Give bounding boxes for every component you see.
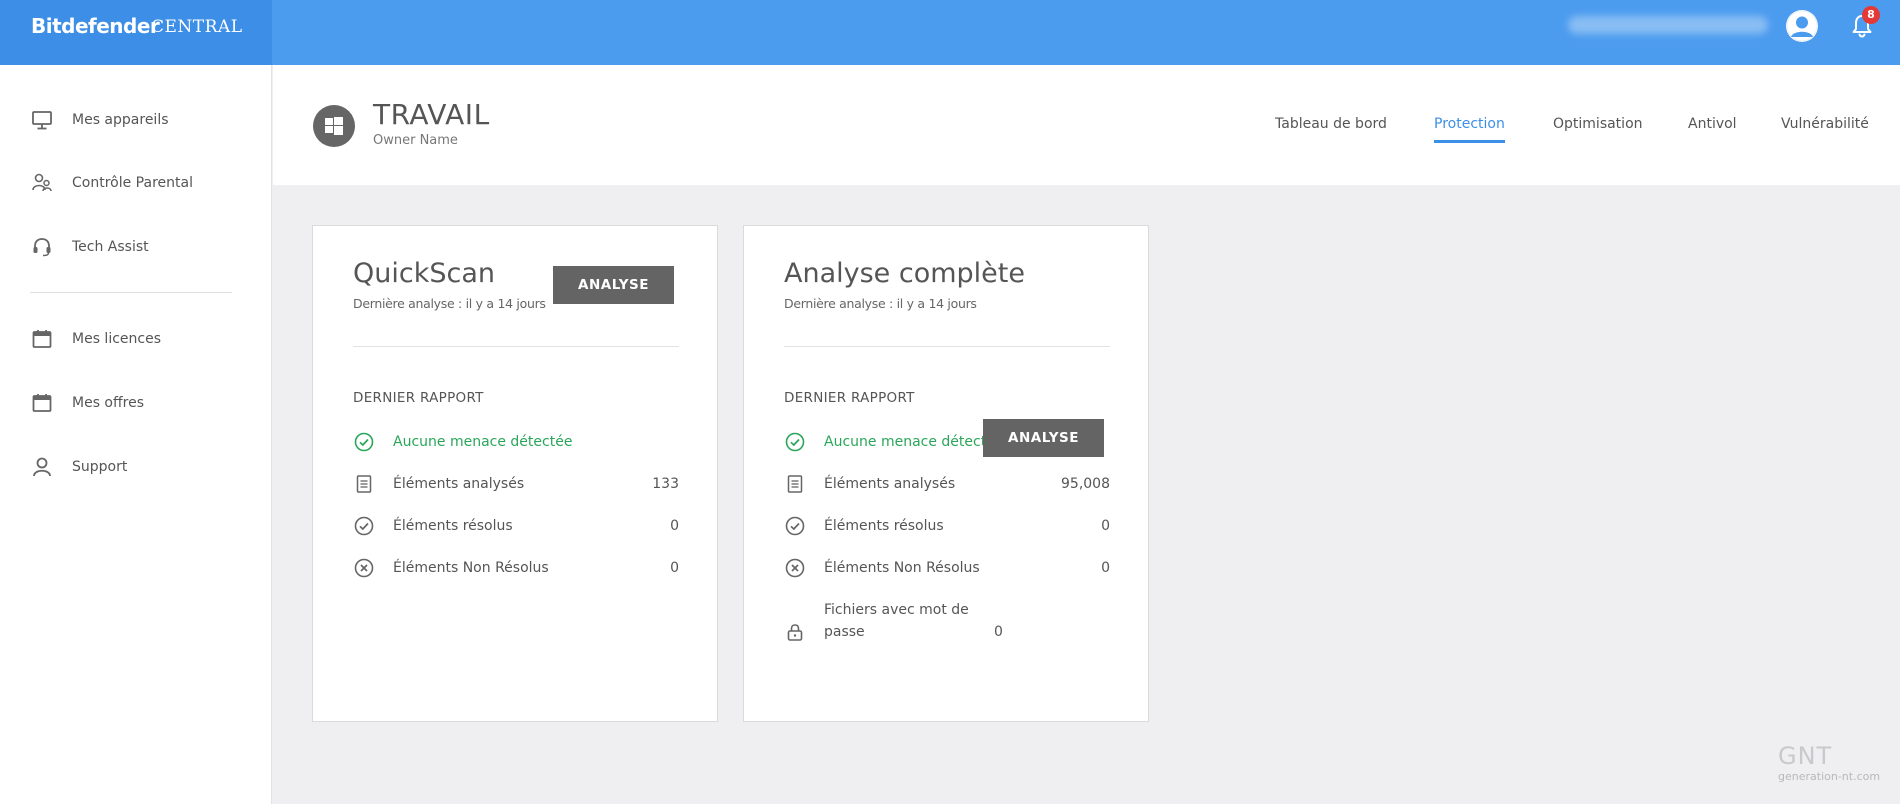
status-row: Aucune menace détectée bbox=[353, 431, 679, 453]
avatar[interactable] bbox=[1786, 10, 1818, 42]
row-value: 0 bbox=[1101, 560, 1110, 576]
sidebar-item-label: Support bbox=[72, 459, 128, 475]
sidebar-item-label: Mes appareils bbox=[72, 112, 169, 128]
parental-icon bbox=[30, 171, 54, 195]
device-header: TRAVAIL Owner Name Tableau de bord Prote… bbox=[273, 65, 1900, 185]
list-item: Éléments analysés 95,008 bbox=[784, 473, 1110, 495]
tab-vulnerability[interactable]: Vulnérabilité bbox=[1781, 116, 1869, 140]
row-value: 133 bbox=[652, 476, 679, 492]
user-avatar-icon bbox=[1786, 10, 1818, 42]
person-icon bbox=[30, 455, 54, 479]
row-value: 0 bbox=[670, 518, 679, 534]
document-icon bbox=[353, 473, 375, 495]
row-label: Éléments Non Résolus bbox=[824, 560, 980, 576]
tab-dashboard[interactable]: Tableau de bord bbox=[1275, 116, 1387, 140]
card-title: Analyse complète bbox=[784, 258, 1025, 289]
list-item: Éléments Non Résolus 0 bbox=[353, 557, 679, 579]
sidebar-item-tech-assist[interactable]: Tech Assist bbox=[30, 233, 250, 261]
brand-area[interactable]: Bitdefender CENTRAL bbox=[0, 0, 272, 65]
sidebar-item-label: Contrôle Parental bbox=[72, 175, 193, 191]
card-divider bbox=[353, 346, 679, 347]
sidebar-divider bbox=[30, 292, 232, 293]
calendar-icon bbox=[30, 327, 54, 351]
lock-icon bbox=[784, 621, 806, 643]
sidebar-item-support[interactable]: Support bbox=[30, 453, 250, 481]
last-scan-text: Dernière analyse : il y a 14 jours bbox=[353, 296, 546, 311]
row-value: 95,008 bbox=[1061, 476, 1110, 492]
status-text: Aucune menace détectée bbox=[393, 434, 573, 450]
notification-badge: 8 bbox=[1862, 6, 1880, 24]
card-divider bbox=[784, 346, 1110, 347]
full-scan-analyse-button[interactable]: ANALYSE bbox=[983, 419, 1104, 457]
document-icon bbox=[784, 473, 806, 495]
account-email-blurred[interactable] bbox=[1568, 16, 1768, 34]
brand-sub: CENTRAL bbox=[151, 17, 243, 37]
device-owner: Owner Name bbox=[373, 133, 458, 148]
row-label: Éléments Non Résolus bbox=[393, 560, 549, 576]
sidebar-item-parental[interactable]: Contrôle Parental bbox=[30, 169, 250, 197]
top-bar: Bitdefender CENTRAL 8 bbox=[0, 0, 1900, 65]
sidebar-item-offers[interactable]: Mes offres bbox=[30, 389, 250, 417]
row-label: Fichiers avec mot de passe bbox=[824, 602, 969, 640]
brand-name: Bitdefender bbox=[31, 14, 160, 38]
list-item: Éléments résolus 0 bbox=[784, 515, 1110, 537]
row-label: Éléments analysés bbox=[824, 476, 956, 492]
sidebar-item-label: Mes licences bbox=[72, 331, 162, 347]
calendar-icon bbox=[30, 391, 54, 415]
list-item: Éléments résolus 0 bbox=[353, 515, 679, 537]
sidebar-item-devices[interactable]: Mes appareils bbox=[30, 106, 250, 134]
tab-optimisation[interactable]: Optimisation bbox=[1553, 116, 1643, 140]
check-circle-icon bbox=[784, 431, 806, 453]
report-title: DERNIER RAPPORT bbox=[784, 390, 915, 406]
x-circle-icon bbox=[353, 557, 375, 579]
sidebar: Mes appareils Contrôle Parental Tech Ass… bbox=[0, 65, 272, 804]
row-label: Éléments résolus bbox=[393, 518, 513, 534]
row-label: Éléments analysés bbox=[393, 476, 525, 492]
windows-icon bbox=[313, 105, 355, 147]
row-value: 0 bbox=[994, 624, 1003, 640]
card-title: QuickScan bbox=[353, 258, 495, 289]
device-name: TRAVAIL bbox=[373, 98, 490, 131]
quickscan-card: QuickScan Dernière analyse : il y a 14 j… bbox=[312, 225, 718, 722]
watermark-text: generation-nt.com bbox=[1778, 770, 1881, 783]
list-item: Fichiers avec mot de passe 0 bbox=[784, 599, 1110, 643]
check-circle-icon bbox=[784, 515, 806, 537]
last-scan-text: Dernière analyse : il y a 14 jours bbox=[784, 296, 977, 311]
x-circle-icon bbox=[784, 557, 806, 579]
check-circle-icon bbox=[353, 515, 375, 537]
sidebar-item-label: Mes offres bbox=[72, 395, 145, 411]
list-item: Éléments Non Résolus 0 bbox=[784, 557, 1110, 579]
tab-antivol[interactable]: Antivol bbox=[1688, 116, 1737, 140]
full-scan-card: Analyse complète Dernière analyse : il y… bbox=[743, 225, 1149, 722]
sidebar-item-licenses[interactable]: Mes licences bbox=[30, 325, 250, 353]
tab-protection[interactable]: Protection bbox=[1434, 116, 1505, 143]
check-circle-icon bbox=[353, 431, 375, 453]
report-title: DERNIER RAPPORT bbox=[353, 390, 484, 406]
row-value: 0 bbox=[1101, 518, 1110, 534]
monitor-icon bbox=[30, 108, 54, 132]
list-item: Éléments analysés 133 bbox=[353, 473, 679, 495]
headset-icon bbox=[30, 235, 54, 259]
row-value: 0 bbox=[670, 560, 679, 576]
row-label: Éléments résolus bbox=[824, 518, 944, 534]
watermark-logo: GNT bbox=[1778, 742, 1833, 770]
quickscan-analyse-button[interactable]: ANALYSE bbox=[553, 266, 674, 304]
sidebar-item-label: Tech Assist bbox=[72, 239, 149, 255]
